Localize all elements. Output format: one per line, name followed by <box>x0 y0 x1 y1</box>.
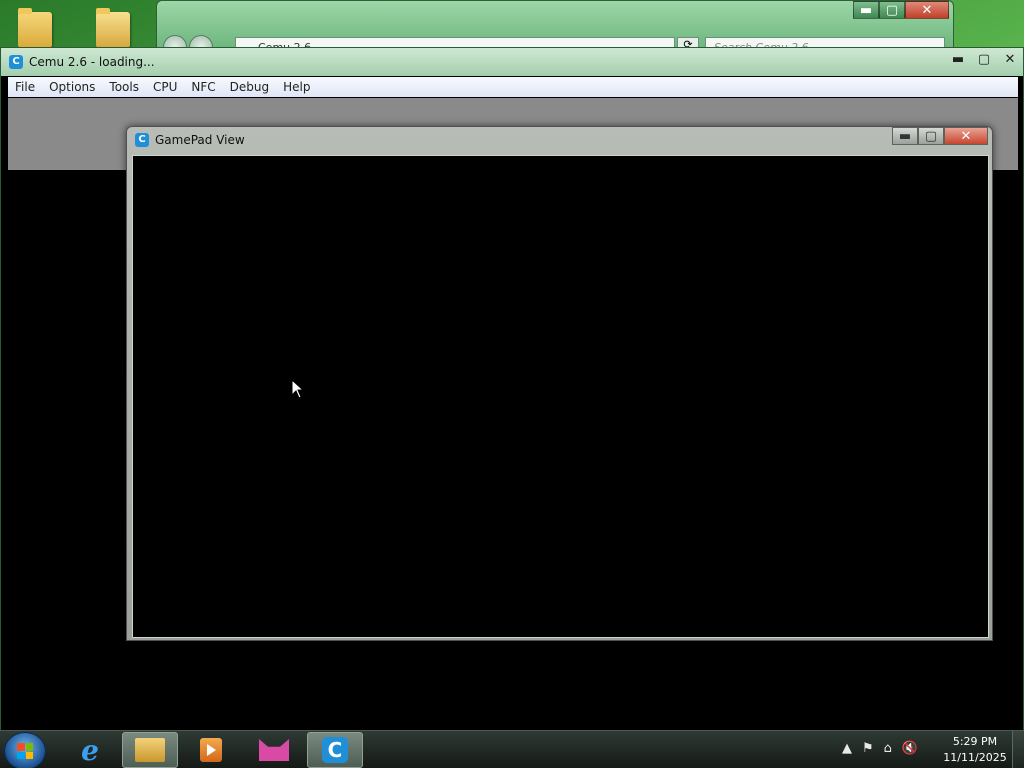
gamepad-caption-buttons: ▬ ▢ ✕ <box>892 127 988 145</box>
gamepad-render-area[interactable] <box>132 155 989 638</box>
network-icon[interactable]: ⌂ <box>884 741 892 756</box>
menu-tools[interactable]: Tools <box>102 80 146 94</box>
show-hidden-icons-icon[interactable]: ▲ <box>842 741 852 756</box>
taskbar-media-player[interactable] <box>183 732 239 768</box>
cemu-app-icon: C <box>9 55 23 69</box>
cemu-caption-buttons: ▬ ▢ ✕ <box>947 50 1021 68</box>
menu-nfc[interactable]: NFC <box>184 80 222 94</box>
explorer-close-button[interactable]: ✕ <box>905 1 949 19</box>
media-player-icon <box>200 738 222 762</box>
taskbar: e C ▲ ⚑ ⌂ 🔇 5:29 PM 11/11/2025 <box>0 730 1024 768</box>
mouse-cursor-icon <box>291 379 305 399</box>
gamepad-app-icon: C <box>135 133 149 147</box>
gamepad-minimize-button[interactable]: ▬ <box>892 127 918 145</box>
explorer-maximize-button[interactable]: ▢ <box>879 1 905 19</box>
show-desktop-button[interactable] <box>1012 731 1024 768</box>
cemu-titlebar[interactable]: C Cemu 2.6 - loading... ▬ ▢ ✕ <box>1 48 1023 76</box>
clock-date: 11/11/2025 <box>943 751 1007 764</box>
taskbar-windows-explorer[interactable] <box>122 732 178 768</box>
gamepad-view-window: C GamePad View ▬ ▢ ✕ <box>126 126 993 641</box>
windows-logo-icon <box>17 743 33 759</box>
cemu-icon: C <box>322 737 348 763</box>
cemu-window-title: Cemu 2.6 - loading... <box>29 55 155 69</box>
taskbar-clock[interactable]: 5:29 PM 11/11/2025 <box>940 734 1010 766</box>
desktop: ▬ ▢ ✕ Cemu 2.6 ⟳ Search Cemu 2.6 C Cemu … <box>0 0 1024 768</box>
gamepad-window-title: GamePad View <box>155 133 245 147</box>
cemu-close-button[interactable]: ✕ <box>999 50 1021 68</box>
menu-file[interactable]: File <box>8 80 42 94</box>
explorer-caption-buttons: ▬ ▢ ✕ <box>853 1 949 19</box>
internet-explorer-icon: e <box>81 733 99 767</box>
cemu-minimize-button[interactable]: ▬ <box>947 50 969 68</box>
start-button[interactable] <box>4 732 46 768</box>
taskbar-cemu[interactable]: C <box>307 732 363 768</box>
explorer-minimize-button[interactable]: ▬ <box>853 1 879 19</box>
action-center-flag-icon[interactable]: ⚑ <box>862 741 874 756</box>
menu-help[interactable]: Help <box>276 80 317 94</box>
taskbar-cat-app[interactable] <box>246 732 302 768</box>
volume-muted-icon[interactable]: 🔇 <box>902 741 918 756</box>
system-tray: ▲ ⚑ ⌂ 🔇 <box>842 741 918 756</box>
cemu-maximize-button[interactable]: ▢ <box>973 50 995 68</box>
menu-debug[interactable]: Debug <box>223 80 276 94</box>
gamepad-maximize-button[interactable]: ▢ <box>918 127 944 145</box>
menu-options[interactable]: Options <box>42 80 102 94</box>
windows-explorer-icon <box>135 738 165 762</box>
user-folder-icon[interactable] <box>14 6 56 50</box>
clock-time: 5:29 PM <box>952 735 998 748</box>
gamepad-close-button[interactable]: ✕ <box>944 127 988 145</box>
libraries-icon[interactable] <box>92 6 134 50</box>
cat-app-icon <box>259 739 289 761</box>
taskbar-internet-explorer[interactable]: e <box>62 732 118 768</box>
menu-cpu[interactable]: CPU <box>146 80 184 94</box>
cemu-menubar: File Options Tools CPU NFC Debug Help <box>8 77 1018 97</box>
